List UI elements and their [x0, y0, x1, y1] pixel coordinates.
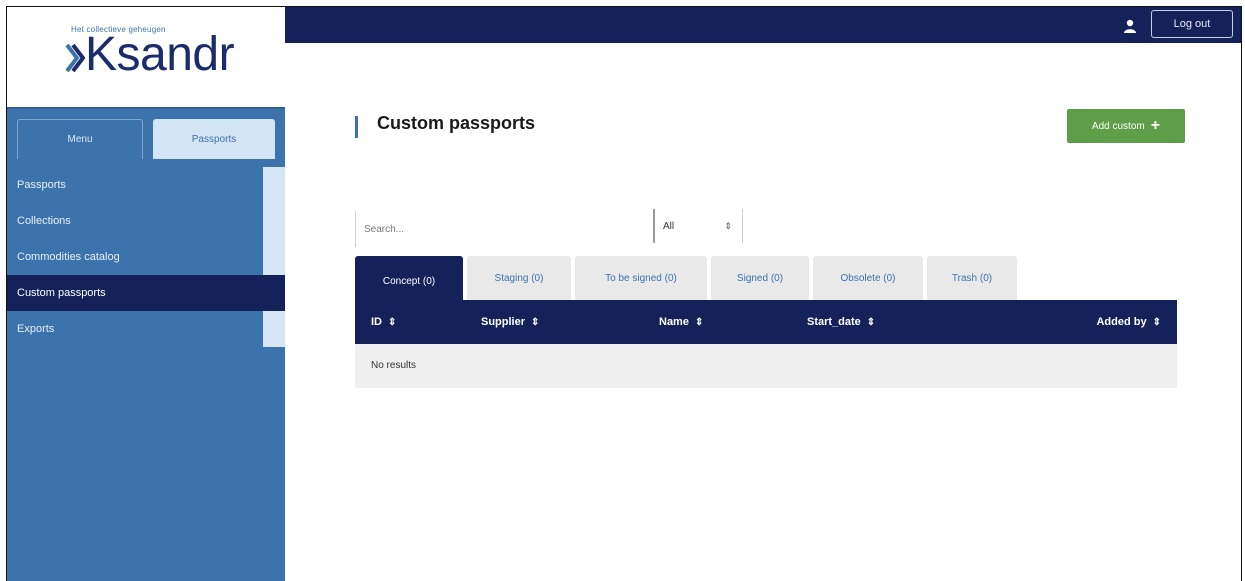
sidebar-tab-passports[interactable]: Passports	[153, 119, 275, 159]
column-header-start-date[interactable]: Start_date ⇕	[807, 300, 875, 344]
add-custom-label: Add custom	[1091, 120, 1145, 132]
main-content: Custom passports Add custom + All ⇕ Conc…	[285, 43, 1241, 581]
sidebar-tabs: Menu Passports	[7, 107, 285, 161]
logo-area: Het collectieve geheugen Ksandr	[7, 7, 285, 107]
title-accent-bar	[355, 116, 358, 138]
sort-icon: ⇕	[388, 317, 397, 328]
filter-selected-value: All	[663, 221, 675, 232]
sidebar-nav: Passports Collections Commodities catalo…	[7, 167, 285, 347]
top-bar: Log out	[285, 7, 1241, 43]
add-custom-button[interactable]: Add custom +	[1067, 109, 1185, 143]
select-arrows-icon: ⇕	[724, 221, 732, 231]
logout-button[interactable]: Log out	[1151, 10, 1233, 38]
table-empty-row: No results	[355, 344, 1177, 388]
column-label: Start_date	[807, 316, 861, 328]
sidebar-scrollbar[interactable]	[263, 167, 285, 347]
tab-signed[interactable]: Signed (0)	[711, 256, 809, 300]
app-window: Het collectieve geheugen Ksandr Menu Pas…	[6, 6, 1242, 581]
sort-icon: ⇕	[531, 317, 540, 328]
search-input[interactable]	[355, 211, 645, 247]
tab-to-be-signed[interactable]: To be signed (0)	[575, 256, 707, 300]
column-label: Name	[659, 316, 689, 328]
tab-obsolete[interactable]: Obsolete (0)	[813, 256, 923, 300]
sort-icon: ⇕	[694, 317, 704, 328]
passports-table: ID ⇕ Supplier ⇕ Name ⇕ Start_date ⇕ Added by…	[355, 300, 1177, 388]
tab-staging[interactable]: Staging (0)	[467, 256, 571, 300]
plus-icon: +	[1150, 117, 1161, 134]
sidebar-item-custom-passports[interactable]: Custom passports	[7, 275, 285, 311]
column-header-supplier[interactable]: Supplier ⇕	[481, 300, 539, 344]
tab-trash[interactable]: Trash (0)	[927, 256, 1017, 300]
sort-icon: ⇕	[1152, 317, 1161, 328]
column-label: ID	[371, 316, 382, 328]
column-label: Supplier	[481, 316, 526, 328]
sidebar-item-commodities-catalog[interactable]: Commodities catalog	[7, 239, 263, 275]
column-header-id[interactable]: ID ⇕	[371, 300, 396, 344]
user-icon[interactable]	[1123, 19, 1137, 33]
column-label: Added by	[1096, 316, 1147, 328]
sidebar: Het collectieve geheugen Ksandr Menu Pas…	[7, 7, 285, 581]
sort-icon: ⇕	[866, 317, 876, 328]
logo-wordmark: Ksandr	[85, 28, 235, 81]
sidebar-item-collections[interactable]: Collections	[7, 203, 263, 239]
sidebar-tab-menu[interactable]: Menu	[17, 119, 143, 159]
sidebar-item-exports[interactable]: Exports	[7, 311, 263, 347]
logo-chevron-icon	[65, 43, 85, 73]
column-header-added-by[interactable]: Added by ⇕	[1096, 300, 1161, 344]
table-header: ID ⇕ Supplier ⇕ Name ⇕ Start_date ⇕ Added by…	[355, 300, 1177, 344]
page-title: Custom passports	[377, 113, 536, 133]
status-filter-select[interactable]: All ⇕	[653, 209, 743, 243]
tab-concept[interactable]: Concept (0)	[355, 256, 463, 306]
sidebar-item-passports[interactable]: Passports	[7, 167, 263, 203]
empty-message: No results	[371, 360, 417, 371]
column-header-name[interactable]: Name ⇕	[659, 300, 703, 344]
